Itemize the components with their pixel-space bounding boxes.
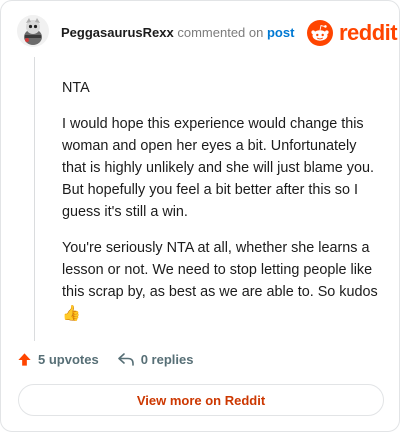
comment-paragraph: I would hope this experience would chang… [62, 116, 374, 220]
reddit-wordmark: reddit [339, 20, 398, 45]
header-verb: commented on [177, 25, 264, 40]
upvote-arrow-icon [18, 352, 31, 366]
comment-paragraph: You're seriously NTA at all, whether she… [62, 237, 380, 325]
reply-count: 0 replies [140, 351, 194, 367]
comment-header: PeggasaurusRexx commented on post [61, 25, 294, 41]
reddit-logo[interactable]: reddit [307, 19, 398, 47]
avatar-image [17, 15, 49, 47]
post-link[interactable]: post [267, 25, 294, 40]
thumbs-up-emoji: 👍 [62, 305, 81, 322]
username-link[interactable]: PeggasaurusRexx [61, 25, 174, 40]
comment-actions: 5 upvotes 0 replies [17, 349, 211, 369]
reddit-snoo-icon [307, 20, 333, 46]
view-more-on-reddit-button[interactable]: View more on Reddit [18, 384, 384, 416]
reply-button[interactable]: 0 replies [117, 351, 194, 367]
upvote-count: 5 upvotes [38, 351, 99, 367]
comment-paragraph: NTA [62, 80, 90, 96]
upvote-button[interactable]: 5 upvotes [17, 352, 99, 367]
reply-arrow-icon [117, 353, 134, 366]
comment-body: NTA I would hope this experience would c… [62, 77, 380, 339]
reddit-comment-embed: PeggasaurusRexx commented on post reddit… [0, 0, 400, 432]
comment-paragraph-text: You're seriously NTA at all, whether she… [62, 240, 378, 300]
avatar[interactable] [17, 15, 49, 47]
thread-line [34, 57, 35, 341]
